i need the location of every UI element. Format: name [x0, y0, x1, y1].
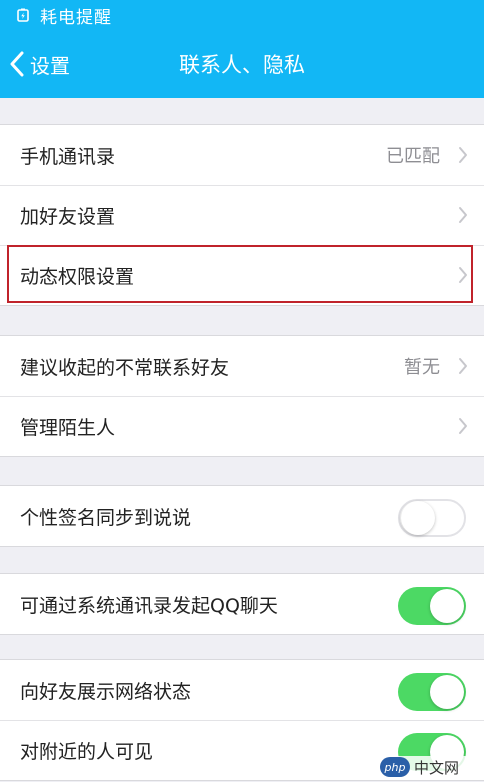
row-label: 手机通讯录 — [20, 145, 116, 168]
chevron-right-icon — [459, 267, 467, 283]
row-value: 已匹配 — [386, 146, 440, 167]
watermark-logo: php — [380, 757, 410, 777]
network-status-toggle[interactable] — [398, 673, 466, 711]
row-label: 对附近的人可见 — [20, 740, 154, 763]
row-value: 暂无 — [404, 357, 440, 378]
nav-bar: 设置 联系人、隐私 — [0, 30, 484, 98]
page-title: 联系人、隐私 — [179, 53, 305, 77]
watermark-text: 中文网 — [414, 758, 460, 777]
system-contacts-chat-toggle[interactable] — [398, 587, 466, 625]
row-add-friend-settings[interactable]: 加好友设置 — [0, 185, 484, 245]
row-label: 动态权限设置 — [20, 265, 135, 288]
system-contacts-group: 可通过系统通讯录发起QQ聊天 — [0, 573, 484, 635]
chevron-right-icon — [459, 418, 467, 434]
row-signature-sync: 个性签名同步到说说 — [0, 486, 484, 546]
row-label: 管理陌生人 — [20, 416, 116, 439]
battery-saver-icon — [16, 8, 30, 22]
row-label: 向好友展示网络状态 — [20, 680, 192, 703]
signature-sync-toggle[interactable] — [398, 499, 466, 537]
status-text: 耗电提醒 — [40, 7, 112, 28]
row-label: 个性签名同步到说说 — [20, 506, 192, 529]
row-manage-strangers[interactable]: 管理陌生人 — [0, 396, 484, 456]
row-phone-contacts[interactable]: 手机通讯录 已匹配 — [0, 125, 484, 185]
row-feed-permission-settings[interactable]: 动态权限设置 — [0, 245, 484, 305]
signature-group: 个性签名同步到说说 — [0, 485, 484, 547]
chevron-right-icon — [459, 147, 467, 163]
row-label: 建议收起的不常联系好友 — [20, 356, 230, 379]
row-system-contacts-chat: 可通过系统通讯录发起QQ聊天 — [0, 574, 484, 634]
row-label: 加好友设置 — [20, 205, 116, 228]
row-infrequent-friends[interactable]: 建议收起的不常联系好友 暂无 — [0, 336, 484, 396]
row-show-network-status: 向好友展示网络状态 — [0, 660, 484, 720]
toggle-knob — [430, 589, 464, 623]
toggle-knob — [401, 501, 435, 535]
contacts-group: 手机通讯录 已匹配 加好友设置 动态权限设置 — [0, 124, 484, 306]
status-bar: 耗电提醒 — [0, 0, 484, 30]
chevron-right-icon — [459, 207, 467, 223]
watermark: php 中文网 — [378, 756, 478, 778]
toggle-knob — [430, 675, 464, 709]
row-label: 可通过系统通讯录发起QQ聊天 — [20, 594, 278, 617]
friends-group: 建议收起的不常联系好友 暂无 管理陌生人 — [0, 335, 484, 457]
chevron-right-icon — [459, 358, 467, 374]
